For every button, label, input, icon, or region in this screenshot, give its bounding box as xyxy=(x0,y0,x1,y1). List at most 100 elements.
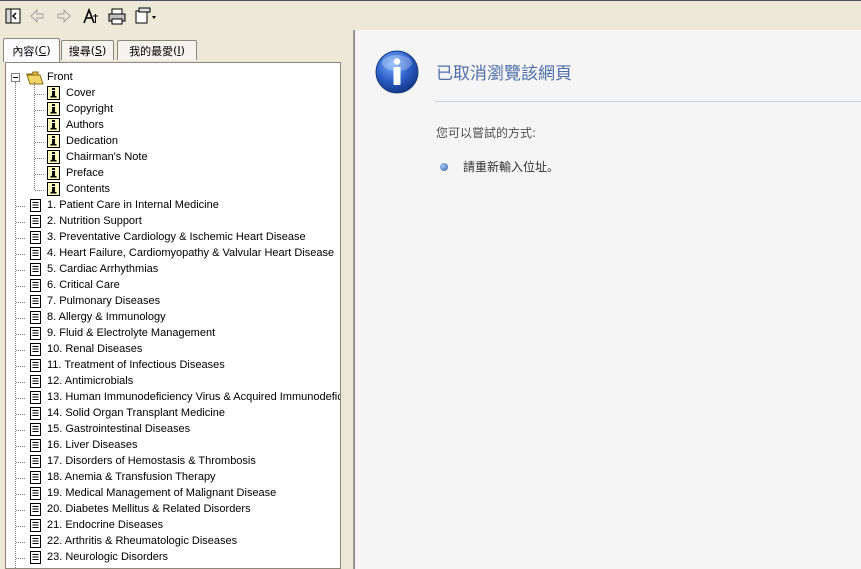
tree-node-chapter[interactable]: 3. Preventative Cardiology & Ischemic He… xyxy=(6,230,340,246)
info-page-icon xyxy=(47,102,60,116)
tab-favorites-label: 我的最愛 xyxy=(129,44,174,58)
toolbar xyxy=(0,0,861,30)
contents-tree[interactable]: Front Cover Copyright Authors Dedication Cha… xyxy=(5,62,341,569)
hide-pane-button[interactable] xyxy=(2,6,24,26)
page-icon xyxy=(30,519,41,532)
tree-node-label: 21. Endocrine Diseases xyxy=(47,519,164,531)
tree-node-chapter[interactable]: 6. Critical Care xyxy=(6,278,340,294)
tree-node-chapter[interactable]: 7. Pulmonary Diseases xyxy=(6,294,340,310)
info-icon xyxy=(375,50,419,94)
tree-node-front-item[interactable]: Cover xyxy=(6,86,340,102)
tree-node-chapter[interactable]: 18. Anemia & Transfusion Therapy xyxy=(6,470,340,486)
tree-branch-line xyxy=(16,366,25,367)
tree-node-chapter[interactable]: 17. Disorders of Hemostasis & Thrombosis xyxy=(6,454,340,470)
tree-node-front-item[interactable]: Contents xyxy=(6,182,340,198)
tree-branch-line xyxy=(16,558,25,559)
back-button[interactable] xyxy=(26,6,48,26)
tree-branch-line xyxy=(16,494,25,495)
tree-branch-line xyxy=(16,382,25,383)
tree-branch-line xyxy=(35,142,44,143)
info-page-icon xyxy=(47,86,60,100)
collapse-icon[interactable] xyxy=(11,73,20,82)
info-page-icon xyxy=(47,134,60,148)
tree-branch-line xyxy=(16,526,25,527)
folder-open-icon xyxy=(26,71,44,85)
tree-node-label: Preface xyxy=(66,167,104,179)
tree-node-chapter[interactable]: 2. Nutrition Support xyxy=(6,214,340,230)
forward-button[interactable] xyxy=(53,6,75,26)
page-icon xyxy=(30,215,41,228)
options-icon xyxy=(135,7,156,24)
divider xyxy=(435,101,861,102)
info-page-icon xyxy=(47,166,60,180)
tree-node-chapter[interactable]: 16. Liver Diseases xyxy=(6,438,340,454)
forward-arrow-icon xyxy=(57,8,71,24)
tree-node-label: 19. Medical Management of Malignant Dise… xyxy=(47,487,277,499)
tree-node-chapter[interactable]: 10. Renal Diseases xyxy=(6,342,340,358)
page-icon xyxy=(30,311,41,324)
tree-node-chapter[interactable]: 21. Endocrine Diseases xyxy=(6,518,340,534)
tree-node-front-item[interactable]: Dedication xyxy=(6,134,340,150)
tree-node-chapter[interactable]: 13. Human Immunodeficiency Virus & Acqui… xyxy=(6,390,341,406)
tab-favorites[interactable]: 我的最愛(I) xyxy=(117,40,197,60)
tree-node-front-item[interactable]: Copyright xyxy=(6,102,340,118)
tree-node-front-item[interactable]: Preface xyxy=(6,166,340,182)
tree-branch-line xyxy=(16,286,25,287)
tree-branch-line xyxy=(35,158,44,159)
page-icon xyxy=(30,487,41,500)
print-button[interactable] xyxy=(106,6,128,26)
tree-node-chapter[interactable]: 9. Fluid & Electrolyte Management xyxy=(6,326,340,342)
suggestion-heading: 您可以嘗試的方式: xyxy=(436,126,537,140)
suggestion-item: 請重新輸入位址。 xyxy=(440,158,559,175)
page-icon xyxy=(30,343,41,356)
tree-node-chapter[interactable]: 20. Diabetes Mellitus & Related Disorder… xyxy=(6,502,340,518)
page-icon xyxy=(30,439,41,452)
tree-node-label: 5. Cardiac Arrhythmias xyxy=(47,263,159,275)
tab-search[interactable]: 搜尋(S) xyxy=(61,40,114,60)
tree-node-label: Copyright xyxy=(66,103,114,115)
tree-node-front[interactable]: Front xyxy=(6,70,340,86)
suggestion-text: 請重新輸入位址。 xyxy=(463,160,560,174)
tree-guide-line-front xyxy=(34,82,35,190)
tree-branch-line xyxy=(16,478,25,479)
font-button[interactable] xyxy=(79,6,101,26)
back-arrow-icon xyxy=(30,8,44,24)
tree-node-chapter[interactable]: 19. Medical Management of Malignant Dise… xyxy=(6,486,340,502)
tree-node-chapter[interactable]: 5. Cardiac Arrhythmias xyxy=(6,262,340,278)
tree-node-label: 8. Allergy & Immunology xyxy=(47,311,166,323)
page-icon xyxy=(30,199,41,212)
page-icon xyxy=(30,263,41,276)
tree-node-chapter[interactable]: 12. Antimicrobials xyxy=(6,374,340,390)
page-title: 已取消瀏覽該網頁 xyxy=(436,64,572,84)
navigation-pane: 內容(C) 搜尋(S) 我的最愛(I) Front Cover Copyrigh… xyxy=(0,30,348,569)
tree-node-chapter[interactable]: 8. Allergy & Immunology xyxy=(6,310,340,326)
tree-node-label: 13. Human Immunodeficiency Virus & Acqui… xyxy=(47,391,341,403)
tree-node-front-item[interactable]: Chairman's Note xyxy=(6,150,340,166)
tree-branch-line xyxy=(16,206,25,207)
tree-node-label: 4. Heart Failure, Cardiomyopathy & Valvu… xyxy=(47,247,335,259)
tree-node-chapter[interactable]: 14. Solid Organ Transplant Medicine xyxy=(6,406,340,422)
tree-branch-line xyxy=(16,414,25,415)
tree-node-chapter[interactable]: 15. Gastrointestinal Diseases xyxy=(6,422,340,438)
info-page-icon xyxy=(47,182,60,196)
tab-contents[interactable]: 內容(C) xyxy=(3,38,60,62)
tree-node-chapter[interactable]: 23. Neurologic Disorders xyxy=(6,550,340,566)
tree-node-label: 7. Pulmonary Diseases xyxy=(47,295,161,307)
page-icon xyxy=(30,455,41,468)
tree-node-chapter[interactable]: 1. Patient Care in Internal Medicine xyxy=(6,198,340,214)
tree-branch-line xyxy=(16,222,25,223)
tree-node-chapter[interactable]: 22. Arthritis & Rheumatologic Diseases xyxy=(6,534,340,550)
page-icon xyxy=(30,247,41,260)
tree-branch-line xyxy=(16,318,25,319)
tree-branch-line xyxy=(16,270,25,271)
tree-node-chapter[interactable]: 4. Heart Failure, Cardiomyopathy & Valvu… xyxy=(6,246,340,262)
tree-node-label: 12. Antimicrobials xyxy=(47,375,134,387)
options-button[interactable] xyxy=(132,6,158,26)
tree-branch-line xyxy=(16,510,25,511)
tree-node-label: 9. Fluid & Electrolyte Management xyxy=(47,327,216,339)
tree-node-label: 10. Renal Diseases xyxy=(47,343,143,355)
page-icon xyxy=(30,231,41,244)
tree-node-chapter[interactable]: 11. Treatment of Infectious Diseases xyxy=(6,358,340,374)
tree-node-front-item[interactable]: Authors xyxy=(6,118,340,134)
content-pane: 已取消瀏覽該網頁 您可以嘗試的方式: 請重新輸入位址。 xyxy=(354,30,861,569)
